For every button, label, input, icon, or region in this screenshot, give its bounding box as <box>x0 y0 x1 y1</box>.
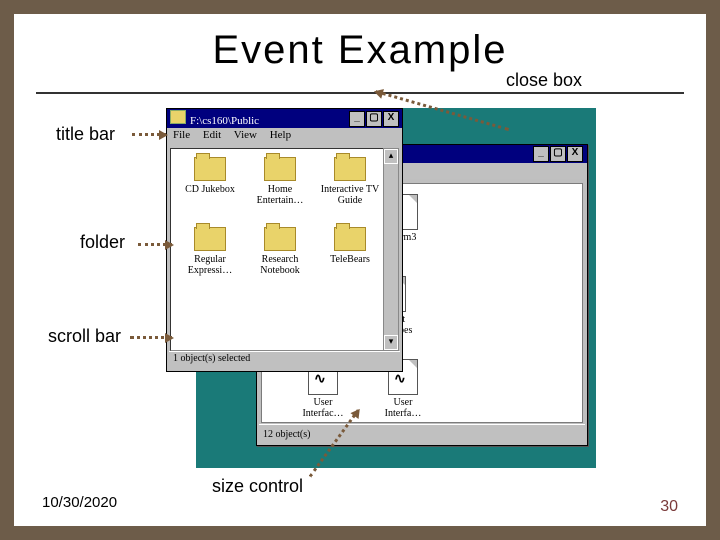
folder-item[interactable]: Home Entertain… <box>249 157 311 206</box>
menu-file[interactable]: File <box>173 129 190 141</box>
scrollbar[interactable] <box>383 148 399 351</box>
footer-date: 10/30/2020 <box>42 494 117 511</box>
minimize-button[interactable]: _ <box>349 111 365 127</box>
folder-item[interactable]: CD Jukebox <box>179 157 241 195</box>
title-rule <box>36 92 684 94</box>
label-title-bar: title bar <box>56 124 115 145</box>
titlebar-front[interactable]: F:\cs160\Public _ ▢ X <box>167 109 402 128</box>
folder-item[interactable]: Regular Expressi… <box>179 227 241 276</box>
folder-icon <box>264 227 296 251</box>
close-button[interactable]: X <box>567 146 583 162</box>
window-body-front: CD Jukebox Home Entertain… Interactive T… <box>170 148 385 351</box>
footer-page-number: 30 <box>660 498 678 516</box>
maximize-button[interactable]: ▢ <box>366 111 382 127</box>
folder-icon <box>194 227 226 251</box>
menubar-front[interactable]: File Edit View Help <box>167 128 402 146</box>
label-close-box: close box <box>506 70 582 91</box>
menu-edit[interactable]: Edit <box>203 129 221 141</box>
folder-item[interactable]: Interactive TV Guide <box>319 157 381 206</box>
menu-help[interactable]: Help <box>270 129 291 141</box>
close-button[interactable]: X <box>383 111 399 127</box>
slide-title: Event Example <box>0 28 720 73</box>
folder-item[interactable]: Research Notebook <box>249 227 311 276</box>
folder-icon <box>170 110 186 124</box>
folder-item[interactable]: TeleBears <box>319 227 381 265</box>
folder-icon <box>334 227 366 251</box>
folder-icon <box>334 157 366 181</box>
folder-icon <box>264 157 296 181</box>
statusbar-front: 1 object(s) selected <box>169 351 400 369</box>
folder-icon <box>194 157 226 181</box>
label-folder: folder <box>80 232 125 253</box>
menu-view[interactable]: View <box>234 129 257 141</box>
desktop-screenshot: Web Newspaper _ ▢ X elp ∿Form2.frx ≡Form… <box>196 108 596 468</box>
maximize-button[interactable]: ▢ <box>550 146 566 162</box>
label-scroll-bar: scroll bar <box>48 326 121 347</box>
statusbar-back: 12 object(s) <box>259 424 585 443</box>
window-title-front: F:\cs160\Public <box>190 115 259 127</box>
minimize-button[interactable]: _ <box>533 146 549 162</box>
window-front: F:\cs160\Public _ ▢ X File Edit View Hel… <box>166 108 403 372</box>
label-size-control: size control <box>212 476 303 497</box>
